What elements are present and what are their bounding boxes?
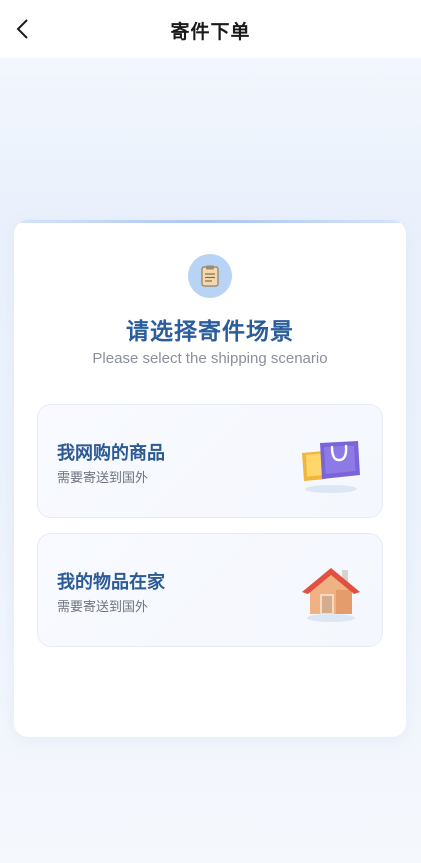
page-title: 寄件下单 — [170, 21, 251, 43]
card-top-accent — [14, 220, 406, 223]
option-title: 我网购的商品 — [57, 443, 165, 464]
option-title: 我的物品在家 — [57, 572, 165, 593]
option-items-at-home[interactable]: 我的物品在家 需要寄送到国外 — [37, 533, 383, 647]
top-bar: 寄件下单 — [0, 0, 421, 58]
card-subheading: Please select the shipping scenario — [92, 350, 328, 367]
option-online-purchase[interactable]: 我网购的商品 需要寄送到国外 — [37, 404, 383, 518]
card-heading: 请选择寄件场景 — [126, 319, 294, 345]
option-description: 需要寄送到国外 — [57, 600, 149, 615]
scenario-card: 请选择寄件场景 Please select the shipping scena… — [14, 220, 406, 737]
shopping-bag-icon — [302, 441, 360, 493]
house-icon — [302, 568, 360, 622]
option-description: 需要寄送到国外 — [57, 471, 149, 486]
clipboard-icon — [188, 254, 232, 298]
